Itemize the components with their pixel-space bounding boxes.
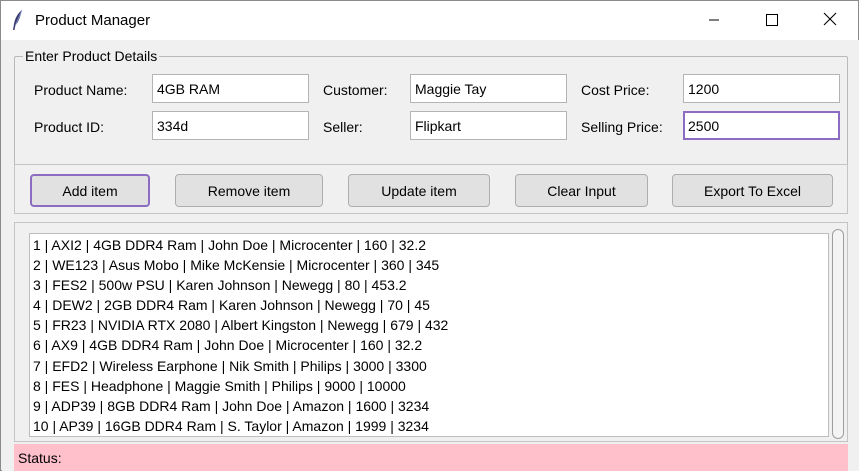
- list-item[interactable]: 10 | AP39 | 16GB DDR4 Ram | S. Taylor | …: [30, 416, 828, 436]
- scrollbar-thumb[interactable]: [832, 229, 844, 439]
- product-id-label: Product ID:: [34, 119, 105, 135]
- main-content: Enter Product Details Product Name: Prod…: [2, 40, 859, 471]
- update-item-button[interactable]: Update item: [348, 174, 490, 207]
- window-title: Product Manager: [35, 12, 151, 29]
- cost-price-input[interactable]: [683, 74, 840, 103]
- close-icon: [823, 12, 837, 29]
- list-item[interactable]: 6 | AX9 | 4GB DDR4 Ram | John Doe | Micr…: [30, 335, 828, 355]
- remove-item-button[interactable]: Remove item: [175, 174, 323, 207]
- maximize-button[interactable]: [743, 1, 801, 40]
- selling-price-label: Selling Price:: [581, 119, 663, 135]
- minimize-icon: [708, 13, 720, 29]
- list-item[interactable]: 9 | ADP39 | 8GB DDR4 Ram | John Doe | Am…: [30, 396, 828, 416]
- list-item[interactable]: 2 | WE123 | Asus Mobo | Mike McKensie | …: [30, 255, 828, 275]
- list-item[interactable]: 7 | EFD2 | Wireless Earphone | Nik Smith…: [30, 356, 828, 376]
- seller-input[interactable]: [410, 111, 567, 140]
- list-item[interactable]: 3 | FES2 | 500w PSU | Karen Johnson | Ne…: [30, 275, 828, 295]
- customer-label: Customer:: [323, 82, 388, 98]
- title-bar[interactable]: Product Manager: [1, 1, 858, 40]
- details-legend: Enter Product Details: [23, 48, 160, 64]
- export-to-excel-button[interactable]: Export To Excel: [672, 174, 833, 207]
- product-list-frame: 1 | AXI2 | 4GB DDR4 Ram | John Doe | Mic…: [14, 222, 848, 442]
- maximize-icon: [766, 13, 778, 29]
- selling-price-input[interactable]: [683, 111, 840, 140]
- status-label: Status:: [18, 450, 62, 466]
- list-scrollbar[interactable]: [831, 227, 845, 441]
- customer-input[interactable]: [410, 74, 567, 103]
- list-item[interactable]: 8 | FES | Headphone | Maggie Smith | Phi…: [30, 376, 828, 396]
- close-button[interactable]: [801, 1, 859, 40]
- cost-price-label: Cost Price:: [581, 82, 650, 98]
- action-button-bar: Add item Remove item Update item Clear I…: [14, 164, 848, 214]
- list-item[interactable]: 4 | DEW2 | 2GB DDR4 Ram | Karen Johnson …: [30, 295, 828, 315]
- add-item-button[interactable]: Add item: [30, 174, 150, 207]
- minimize-button[interactable]: [685, 1, 743, 40]
- product-name-input[interactable]: [152, 74, 309, 103]
- status-bar: Status:: [14, 444, 848, 471]
- clear-input-button[interactable]: Clear Input: [515, 174, 648, 207]
- seller-label: Seller:: [323, 119, 363, 135]
- list-item[interactable]: 1 | AXI2 | 4GB DDR4 Ram | John Doe | Mic…: [30, 235, 828, 255]
- feather-icon: [11, 9, 25, 31]
- app-window: Product Manager Enter Product Details Pr…: [0, 0, 859, 471]
- product-listbox[interactable]: 1 | AXI2 | 4GB DDR4 Ram | John Doe | Mic…: [29, 233, 829, 437]
- list-item[interactable]: 5 | FR23 | NVIDIA RTX 2080 | Albert King…: [30, 315, 828, 335]
- product-id-input[interactable]: [152, 111, 309, 140]
- product-name-label: Product Name:: [34, 82, 128, 98]
